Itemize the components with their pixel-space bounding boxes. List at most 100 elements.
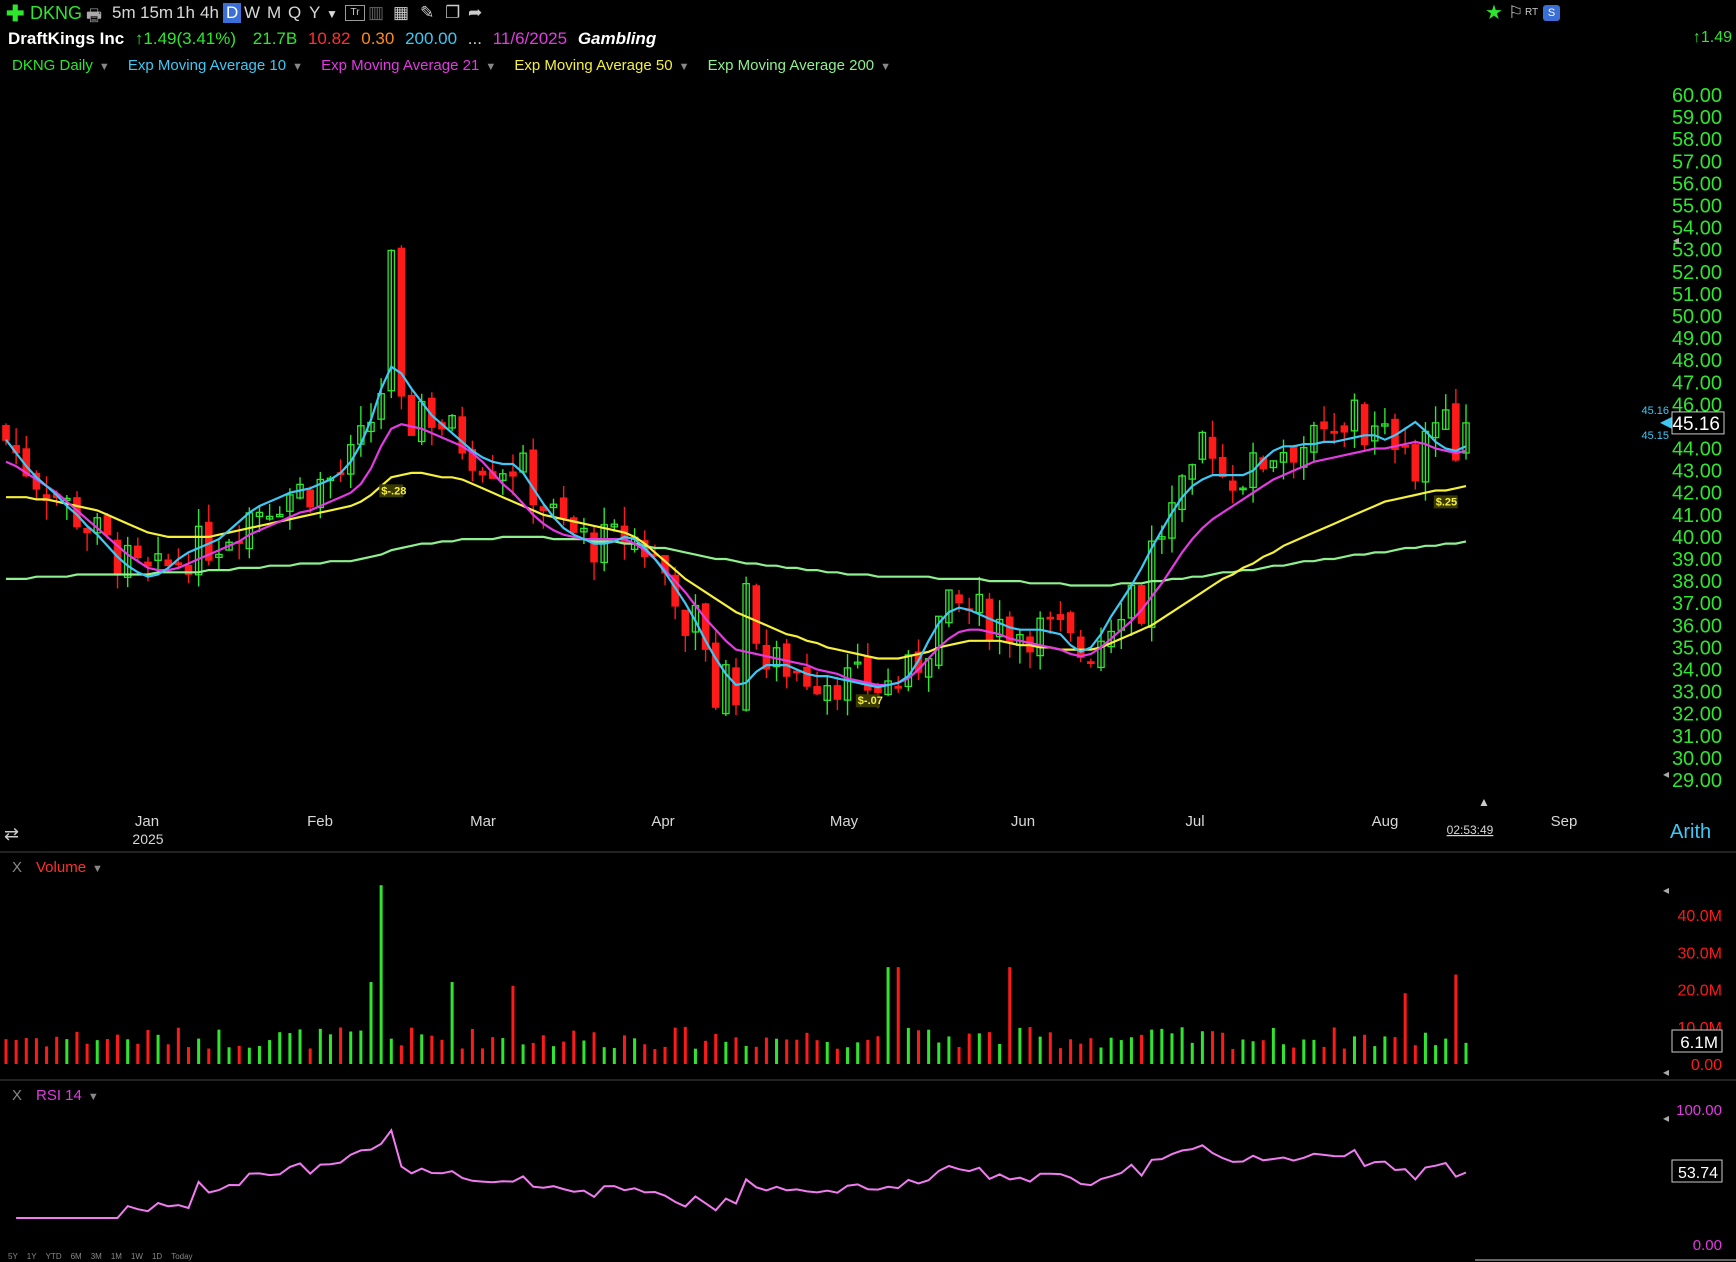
volume-bar [268, 1040, 272, 1064]
range-button-3m[interactable]: 3M [91, 1252, 102, 1261]
rsi-close-button[interactable]: X [12, 1087, 22, 1104]
range-button-ytd[interactable]: YTD [46, 1252, 62, 1261]
volume-title[interactable]: Volume ▼ [36, 859, 103, 876]
volume-bar [744, 1045, 748, 1064]
volume-bar [734, 1037, 738, 1064]
price-tick: 57.00 [1672, 151, 1722, 173]
volume-bar [683, 1026, 687, 1064]
volume-bar [1251, 1041, 1255, 1064]
volume-bar [379, 885, 383, 1064]
volume-bar [582, 1040, 586, 1064]
volume-bar [1302, 1039, 1306, 1064]
volume-bar [491, 1037, 495, 1064]
candle-body [732, 667, 740, 706]
volume-bar [1444, 1038, 1448, 1064]
rsi-title[interactable]: RSI 14 ▼ [36, 1087, 99, 1104]
volume-bar [1038, 1036, 1042, 1064]
volume-tick: 40.0M [1678, 908, 1722, 925]
volume-bar [45, 1046, 49, 1064]
volume-bar [633, 1038, 637, 1064]
volume-bar [288, 1033, 292, 1064]
price-tick: 58.00 [1672, 129, 1722, 151]
volume-bar [1190, 1042, 1194, 1064]
price-tick: 33.00 [1672, 682, 1722, 704]
chevron-down-icon[interactable]: ▼ [92, 863, 103, 875]
ema10-axis-label: 45.16 [1641, 405, 1669, 417]
volume-bar [1261, 1040, 1265, 1064]
range-button-5y[interactable]: 5Y [8, 1252, 18, 1261]
volume-bar [328, 1034, 332, 1064]
volume-bar [24, 1037, 28, 1064]
volume-bar [866, 1039, 870, 1064]
volume-bar [65, 1039, 69, 1064]
price-tick: 55.00 [1672, 195, 1722, 217]
volume-bar [481, 1048, 485, 1064]
price-tick: 38.00 [1672, 571, 1722, 593]
volume-bar [1342, 1048, 1346, 1064]
candle-body [752, 585, 761, 644]
range-button-1y[interactable]: 1Y [27, 1252, 37, 1261]
price-tick: 40.00 [1672, 527, 1722, 549]
volume-bar [369, 982, 373, 1064]
volume-bar [1200, 1031, 1204, 1064]
volume-bar [1413, 1045, 1417, 1064]
range-button-today[interactable]: Today [171, 1252, 192, 1261]
range-button-1d[interactable]: 1D [152, 1252, 162, 1261]
zoom-icon: ⇄ [4, 824, 19, 844]
price-tick: 51.00 [1672, 284, 1722, 306]
volume-bar [359, 1030, 363, 1064]
candle-body [103, 515, 112, 535]
volume-bar [541, 1035, 545, 1064]
volume-bar [724, 1041, 728, 1064]
ema50-line [6, 471, 1467, 660]
candle-body [407, 394, 416, 436]
month-label: Jan [135, 813, 159, 830]
price-tick: 47.00 [1672, 372, 1722, 394]
month-label: Apr [651, 813, 674, 830]
volume-bar [247, 1047, 251, 1064]
volume-bar [318, 1028, 322, 1064]
volume-bar [714, 1033, 718, 1064]
volume-bar [1322, 1046, 1326, 1064]
range-button-6m[interactable]: 6M [71, 1252, 82, 1261]
volume-bar [1140, 1034, 1144, 1064]
volume-bar [156, 1034, 160, 1064]
candle-body [2, 424, 10, 441]
volume-bar [75, 1031, 79, 1064]
volume-bar [197, 1038, 201, 1064]
volume-bar [257, 1046, 261, 1064]
price-tick: 43.00 [1672, 461, 1722, 483]
candle-body [803, 666, 811, 687]
ema10-line [5, 365, 1467, 689]
volume-close-button[interactable]: X [12, 859, 22, 876]
volume-bar [1160, 1028, 1164, 1064]
price-tick: 53.00 [1672, 240, 1722, 262]
rsi-last: 53.74 [1678, 1165, 1718, 1182]
volume-bar [1282, 1044, 1285, 1064]
range-button-1w[interactable]: 1W [131, 1252, 143, 1261]
price-tick: 54.00 [1672, 218, 1722, 240]
volume-bar [511, 985, 515, 1064]
volume-bar [927, 1029, 931, 1064]
volume-bar [521, 1044, 525, 1064]
volume-bars [4, 885, 1468, 1064]
volume-bar [764, 1037, 768, 1064]
candle-body [1076, 636, 1085, 658]
volume-bar [1018, 1027, 1022, 1064]
volume-axis: 40.0M30.0M20.0M10.0M0.00◂◂6.1M [1663, 883, 1723, 1079]
candle-body [955, 594, 963, 604]
volume-bar [1099, 1047, 1103, 1064]
volume-bar [450, 982, 454, 1064]
price-tick: 60.00 [1672, 85, 1722, 107]
rsi-tick-0: 0.00 [1693, 1237, 1722, 1254]
range-button-1m[interactable]: 1M [111, 1252, 122, 1261]
volume-bar [308, 1048, 312, 1064]
candle-body [1046, 616, 1055, 620]
volume-tick: 20.0M [1678, 983, 1722, 1000]
volume-bar [673, 1027, 677, 1064]
chart-canvas[interactable]: 60.0059.0058.0057.0056.0055.0054.0053.00… [0, 0, 1736, 1262]
volume-bar [1271, 1027, 1275, 1064]
chevron-down-icon[interactable]: ▼ [88, 1091, 99, 1103]
up-triangle-icon: ▲ [1478, 795, 1490, 809]
volume-bar [146, 1029, 150, 1064]
